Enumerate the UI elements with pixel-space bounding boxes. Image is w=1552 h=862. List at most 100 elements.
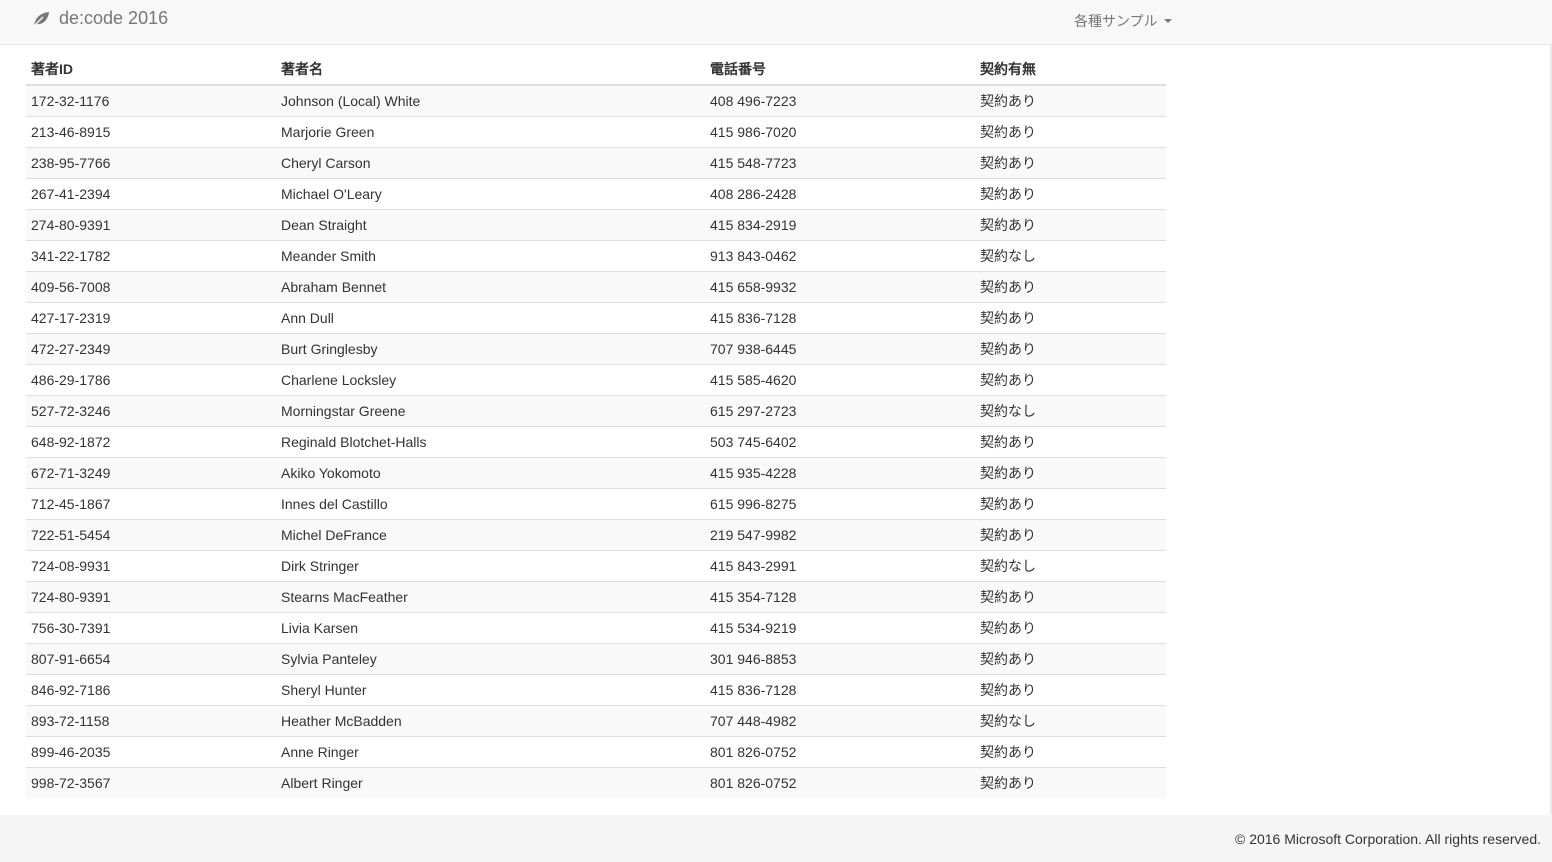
caret-down-icon: [1163, 19, 1172, 23]
header-author-name: 著者名: [276, 53, 705, 86]
cell-author-name: Meander Smith: [276, 239, 705, 271]
cell-author-name: Anne Ringer: [276, 735, 705, 767]
table-row: 724-80-9391 Stearns MacFeather 415 354-712…: [26, 580, 1166, 612]
cell-author-id: 527-72-3246: [26, 394, 276, 426]
cell-author-id: 756-30-7391: [26, 611, 276, 643]
cell-contract: 契約あり: [975, 766, 1166, 798]
cell-author-id: 712-45-1867: [26, 487, 276, 519]
header-author-id: 著者ID: [26, 53, 276, 86]
cell-phone: 219 547-9982: [705, 518, 975, 550]
cell-phone: 615 297-2723: [705, 394, 975, 426]
table-row: 899-46-2035 Anne Ringer 801 826-0752 契約あり: [26, 735, 1166, 767]
cell-phone: 415 534-9219: [705, 611, 975, 643]
cell-author-name: Michael O'Leary: [276, 177, 705, 209]
cell-contract: 契約なし: [975, 704, 1166, 736]
table-row: 527-72-3246 Morningstar Greene 615 297-272…: [26, 394, 1166, 426]
cell-author-id: 998-72-3567: [26, 766, 276, 798]
cell-author-id: 409-56-7008: [26, 270, 276, 302]
cell-author-name: Albert Ringer: [276, 766, 705, 798]
cell-author-name: Dirk Stringer: [276, 549, 705, 581]
cell-author-name: Morningstar Greene: [276, 394, 705, 426]
samples-dropdown[interactable]: 各種サンプル: [1074, 11, 1172, 31]
table-body: 172-32-1176 Johnson (Local) White 408 496-…: [26, 84, 1166, 798]
cell-author-id: 213-46-8915: [26, 115, 276, 147]
cell-phone: 615 996-8275: [705, 487, 975, 519]
authors-table: 著者ID 著者名 電話番号 契約有無 172-32-1176 Johnson (L…: [26, 53, 1166, 798]
cell-author-name: Stearns MacFeather: [276, 580, 705, 612]
cell-phone: 415 935-4228: [705, 456, 975, 488]
cell-phone: 415 548-7723: [705, 146, 975, 178]
cell-phone: 415 585-4620: [705, 363, 975, 395]
cell-contract: 契約あり: [975, 84, 1166, 116]
cell-author-name: Cheryl Carson: [276, 146, 705, 178]
cell-phone: 503 745-6402: [705, 425, 975, 457]
table-row: 712-45-1867 Innes del Castillo 615 996-827…: [26, 487, 1166, 519]
cell-phone: 415 836-7128: [705, 673, 975, 705]
cell-phone: 415 836-7128: [705, 301, 975, 333]
cell-contract: 契約あり: [975, 611, 1166, 643]
cell-author-id: 172-32-1176: [26, 84, 276, 116]
table-row: 846-92-7186 Sheryl Hunter 415 836-7128 契約あり: [26, 673, 1166, 705]
table-row: 472-27-2349 Burt Gringlesby 707 938-6445 契約…: [26, 332, 1166, 364]
cell-contract: 契約あり: [975, 208, 1166, 240]
cell-phone: 913 843-0462: [705, 239, 975, 271]
cell-author-name: Livia Karsen: [276, 611, 705, 643]
cell-contract: 契約あり: [975, 487, 1166, 519]
cell-author-name: Akiko Yokomoto: [276, 456, 705, 488]
table-row: 672-71-3249 Akiko Yokomoto 415 935-4228 契約あ…: [26, 456, 1166, 488]
cell-author-id: 722-51-5454: [26, 518, 276, 550]
table-row: 722-51-5454 Michel DeFrance 219 547-9982 契約…: [26, 518, 1166, 550]
table-row: 893-72-1158 Heather McBadden 707 448-4982 契…: [26, 704, 1166, 736]
cell-author-id: 648-92-1872: [26, 425, 276, 457]
cell-contract: 契約あり: [975, 518, 1166, 550]
cell-author-id: 472-27-2349: [26, 332, 276, 364]
cell-author-id: 672-71-3249: [26, 456, 276, 488]
cell-phone: 415 843-2991: [705, 549, 975, 581]
cell-author-name: Charlene Locksley: [276, 363, 705, 395]
cell-author-name: Sheryl Hunter: [276, 673, 705, 705]
footer: © 2016 Microsoft Corporation. All rights…: [0, 815, 1552, 862]
cell-author-name: Dean Straight: [276, 208, 705, 240]
cell-phone: 415 658-9932: [705, 270, 975, 302]
table-row: 172-32-1176 Johnson (Local) White 408 496-…: [26, 84, 1166, 116]
brand-link[interactable]: de:code 2016: [31, 8, 168, 29]
cell-author-id: 486-29-1786: [26, 363, 276, 395]
cell-author-name: Innes del Castillo: [276, 487, 705, 519]
cell-author-name: Marjorie Green: [276, 115, 705, 147]
table-row: 409-56-7008 Abraham Bennet 415 658-9932 契約あ…: [26, 270, 1166, 302]
table-row: 238-95-7766 Cheryl Carson 415 548-7723 契約あり: [26, 146, 1166, 178]
cell-phone: 415 354-7128: [705, 580, 975, 612]
cell-phone: 707 448-4982: [705, 704, 975, 736]
cell-contract: 契約あり: [975, 301, 1166, 333]
copyright-text: © 2016 Microsoft Corporation. All rights…: [1234, 831, 1541, 847]
brand-title: de:code 2016: [59, 8, 169, 28]
samples-dropdown-label: 各種サンプル: [1074, 13, 1158, 29]
cell-author-name: Reginald Blotchet-Halls: [276, 425, 705, 457]
header-phone: 電話番号: [705, 53, 975, 86]
cell-phone: 801 826-0752: [705, 735, 975, 767]
cell-author-name: Ann Dull: [276, 301, 705, 333]
cell-author-id: 846-92-7186: [26, 673, 276, 705]
cell-author-name: Michel DeFrance: [276, 518, 705, 550]
cell-phone: 301 946-8853: [705, 642, 975, 674]
cell-phone: 415 834-2919: [705, 208, 975, 240]
cell-contract: 契約あり: [975, 425, 1166, 457]
table-header-row: 著者ID 著者名 電話番号 契約有無: [26, 53, 1166, 86]
cell-author-id: 341-22-1782: [26, 239, 276, 271]
cell-author-id: 238-95-7766: [26, 146, 276, 178]
table-row: 213-46-8915 Marjorie Green 415 986-7020 契約あ…: [26, 115, 1166, 147]
cell-author-id: 899-46-2035: [26, 735, 276, 767]
cell-contract: 契約あり: [975, 673, 1166, 705]
cell-phone: 707 938-6445: [705, 332, 975, 364]
cell-author-name: Heather McBadden: [276, 704, 705, 736]
authors-table-container: 著者ID 著者名 電話番号 契約有無 172-32-1176 Johnson (L…: [26, 53, 1166, 798]
cell-contract: 契約あり: [975, 580, 1166, 612]
cell-contract: 契約あり: [975, 642, 1166, 674]
cell-phone: 408 286-2428: [705, 177, 975, 209]
cell-author-id: 724-08-9931: [26, 549, 276, 581]
table-row: 267-41-2394 Michael O'Leary 408 286-2428 契約…: [26, 177, 1166, 209]
cell-contract: 契約あり: [975, 146, 1166, 178]
table-row: 341-22-1782 Meander Smith 913 843-0462 契約なし: [26, 239, 1166, 271]
cell-author-id: 807-91-6654: [26, 642, 276, 674]
table-row: 486-29-1786 Charlene Locksley 415 585-4620…: [26, 363, 1166, 395]
